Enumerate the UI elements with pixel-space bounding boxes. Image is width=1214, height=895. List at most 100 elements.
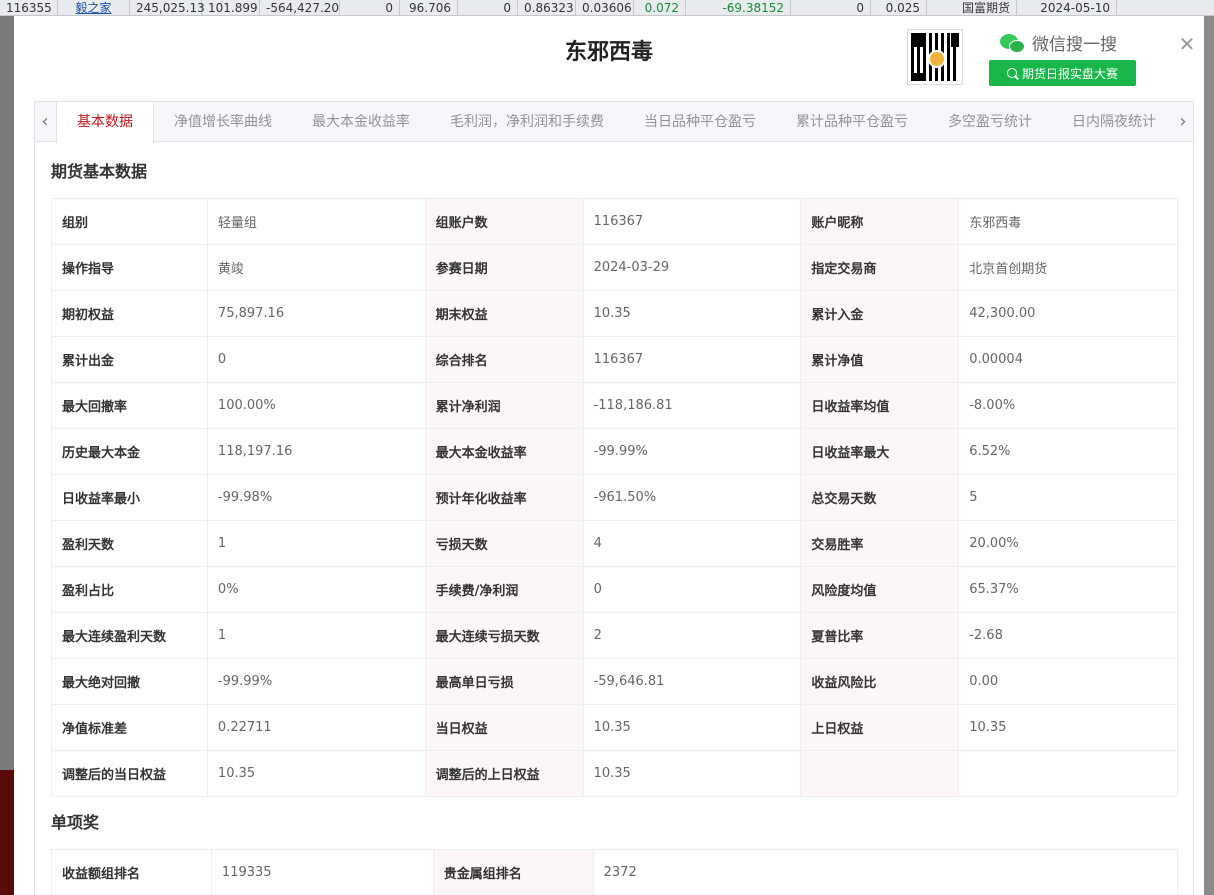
- field-value: 0.22711: [206, 704, 426, 751]
- field-label: 收益风险比: [800, 658, 960, 705]
- field-label: 历史最大本金: [51, 428, 208, 475]
- background-cell: 101.899: [202, 0, 260, 15]
- field-label: 日收益率均值: [800, 382, 960, 429]
- field-value: 10.35: [582, 290, 802, 337]
- background-cell: -69.38152: [686, 0, 791, 15]
- field-value: 10.35: [582, 750, 802, 797]
- field-label: 净值标准差: [51, 704, 208, 751]
- qr-code-icon: [907, 29, 963, 85]
- field-value: -8.00%: [958, 382, 1178, 429]
- table-row: 净值标准差 0.22711 当日权益 10.35 上日权益 10.35: [51, 704, 1178, 751]
- field-label: 总交易天数: [800, 474, 960, 521]
- background-overlay-left: [0, 16, 14, 895]
- field-value: 119335: [210, 849, 434, 895]
- field-value: 2372: [592, 849, 1179, 895]
- field-value: 2: [582, 612, 802, 659]
- wechat-search-button-label: 期货日报实盘大赛: [1021, 66, 1118, 81]
- field-value: -99.98%: [206, 474, 426, 521]
- field-value: 5: [958, 474, 1178, 521]
- field-label: 日收益率最大: [800, 428, 960, 475]
- field-label: 最大本金收益率: [424, 428, 584, 475]
- field-value: 1: [206, 520, 426, 567]
- background-cell: 0: [340, 0, 400, 15]
- field-value: 118,197.16: [206, 428, 426, 475]
- field-value: -2.68: [958, 612, 1178, 659]
- field-label: 交易胜率: [800, 520, 960, 567]
- field-label: 最大连续亏损天数: [424, 612, 584, 659]
- tab-scroll-right-icon[interactable]: ›: [1173, 102, 1193, 142]
- field-label: 累计出金: [51, 336, 208, 383]
- field-value: 黄竣: [206, 244, 426, 291]
- field-label: 风险度均值: [800, 566, 960, 613]
- table-row: 盈利占比 0% 手续费/净利润 0 风险度均值 65.37%: [51, 566, 1178, 613]
- field-label: 参赛日期: [424, 244, 584, 291]
- table-row: 历史最大本金 118,197.16 最大本金收益率 -99.99% 日收益率最大 6.52…: [51, 428, 1178, 475]
- background-cell: 116355: [0, 0, 58, 15]
- tab-1[interactable]: 基本数据: [56, 102, 154, 143]
- field-value: 100.00%: [206, 382, 426, 429]
- wechat-search-button[interactable]: 期货日报实盘大赛: [989, 60, 1136, 86]
- field-value: 0.00004: [958, 336, 1178, 383]
- field-label: 期初权益: [51, 290, 208, 337]
- background-cell: 0.03606: [576, 0, 634, 15]
- field-label: 当日权益: [424, 704, 584, 751]
- field-label: 累计净值: [800, 336, 960, 383]
- field-value: 0: [582, 566, 802, 613]
- tab-scroll-left-icon[interactable]: ‹: [35, 102, 55, 142]
- tab-4[interactable]: 毛利润，净利润和手续费: [430, 102, 624, 142]
- field-label: 手续费/净利润: [424, 566, 584, 613]
- field-value: 0%: [206, 566, 426, 613]
- background-overlay-right: [1204, 16, 1214, 895]
- table-row: 组别 轻量组 组账户数 116367 账户昵称 东邪西毒: [51, 198, 1178, 245]
- background-cell: 0.025: [871, 0, 927, 15]
- field-value: 东邪西毒: [958, 198, 1178, 245]
- background-cell: 0.86323: [518, 0, 576, 15]
- field-label: 盈利占比: [51, 566, 208, 613]
- table-row: 操作指导 黄竣 参赛日期 2024-03-29 指定交易商 北京首创期货: [51, 244, 1178, 291]
- awards-title: 单项奖: [51, 813, 100, 832]
- field-label: 累计入金: [800, 290, 960, 337]
- field-value: 4: [582, 520, 802, 567]
- field-value: -961.50%: [582, 474, 802, 521]
- field-value: 1: [206, 612, 426, 659]
- field-value: 0: [206, 336, 426, 383]
- field-value: -118,186.81: [582, 382, 802, 429]
- wechat-search-text: 微信搜一搜: [1032, 35, 1117, 55]
- field-value: 20.00%: [958, 520, 1178, 567]
- field-label: 盈利天数: [51, 520, 208, 567]
- tab-2[interactable]: 净值增长率曲线: [154, 102, 292, 142]
- background-cell: 国富期货: [927, 0, 1017, 15]
- field-value: 10.35: [958, 704, 1178, 751]
- tabs-panel: ‹ 基本数据 净值增长率曲线 最大本金收益率 毛利润，净利润和手续费 当日品种平仓盈亏累…: [34, 101, 1194, 895]
- tab-5[interactable]: 当日品种平仓盈亏: [624, 102, 776, 142]
- table-row: 累计出金 0 综合排名 116367 累计净值 0.00004: [51, 336, 1178, 383]
- field-label: 组别: [51, 198, 208, 245]
- field-label: 最大连续盈利天数: [51, 612, 208, 659]
- tab-3[interactable]: 最大本金收益率: [292, 102, 430, 142]
- field-label: 最大回撤率: [51, 382, 208, 429]
- background-cell: 96.706: [400, 0, 458, 15]
- field-value: 65.37%: [958, 566, 1178, 613]
- close-icon[interactable]: ✕: [1177, 34, 1197, 54]
- field-value: 轻量组: [206, 198, 426, 245]
- tab-8[interactable]: 日内隔夜统计: [1052, 102, 1176, 142]
- wechat-search-label: 微信搜一搜: [1000, 30, 1117, 55]
- field-value: 10.35: [206, 750, 426, 797]
- field-label: 预计年化收益率: [424, 474, 584, 521]
- table-row: 调整后的当日权益 10.35 调整后的上日权益 10.35: [51, 750, 1178, 797]
- field-value: 10.35: [582, 704, 802, 751]
- field-label: 日收益率最小: [51, 474, 208, 521]
- field-label: 最大绝对回撤: [51, 658, 208, 705]
- tab-7[interactable]: 多空盈亏统计: [928, 102, 1052, 142]
- field-value: -99.99%: [582, 428, 802, 475]
- field-label: 指定交易商: [800, 244, 960, 291]
- field-value: 75,897.16: [206, 290, 426, 337]
- field-label: 夏普比率: [800, 612, 960, 659]
- basic-data-title: 期货基本数据: [51, 162, 148, 181]
- field-label: 上日权益: [800, 704, 960, 751]
- tab-6[interactable]: 累计品种平仓盈亏: [776, 102, 928, 142]
- field-label: 调整后的当日权益: [51, 750, 208, 797]
- field-value: 0.00: [958, 658, 1178, 705]
- field-value: [958, 750, 1178, 797]
- field-value: 2024-03-29: [582, 244, 802, 291]
